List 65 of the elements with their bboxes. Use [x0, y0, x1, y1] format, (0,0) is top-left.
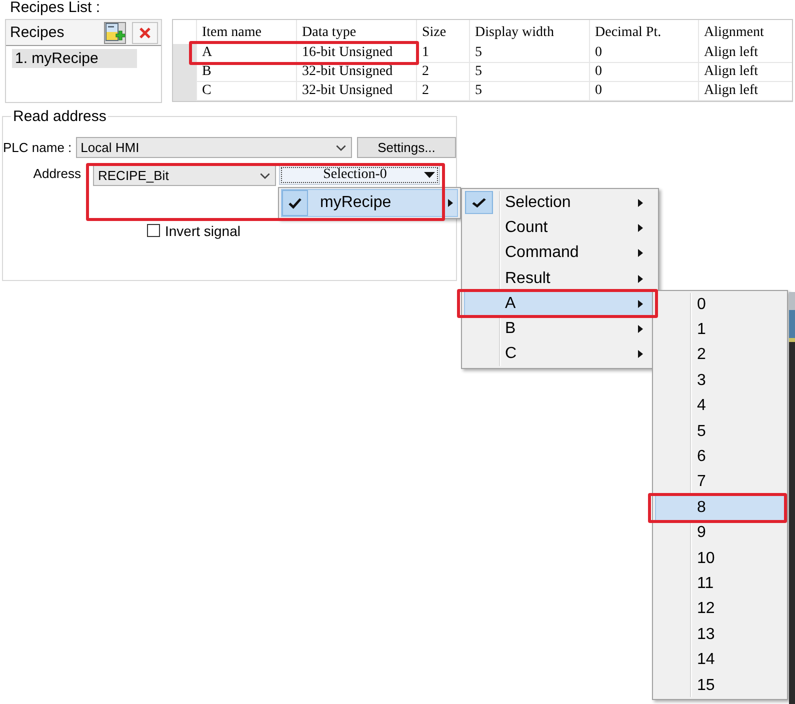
table-cell: 2 [416, 82, 469, 100]
add-button[interactable] [104, 22, 126, 44]
group-title: Read address [12, 108, 108, 125]
menu-item[interactable]: 2 [655, 342, 785, 368]
menu-item[interactable]: 5 [655, 418, 785, 444]
menu-item[interactable]: Count [464, 215, 656, 241]
menu-item[interactable]: C [464, 342, 656, 368]
menu-item[interactable]: Selection [464, 190, 656, 216]
checkbox-label: Invert signal [165, 222, 240, 238]
table-cell: B [196, 63, 296, 81]
column-header: Display width [469, 20, 589, 44]
document-plus-icon [105, 22, 125, 42]
table-cell: 5 [469, 44, 589, 62]
menu-item[interactable]: 10 [655, 546, 785, 572]
menu-item[interactable]: 12 [655, 596, 785, 622]
column-header: Data type [296, 20, 416, 44]
field-label: Address [32, 165, 81, 182]
menu-item[interactable]: 6 [655, 444, 785, 470]
column-header: Size [416, 20, 469, 44]
plc-name-dropdown[interactable]: Local HMI [76, 137, 352, 158]
table-cell: 0 [589, 44, 698, 62]
table-cell: Align left [698, 82, 792, 100]
menu-item[interactable]: 1 [655, 317, 785, 343]
delete-button[interactable] [132, 22, 158, 44]
settings-button[interactable]: Settings... [357, 137, 456, 158]
menu-item[interactable]: 0 [655, 292, 785, 318]
menu-item[interactable]: Result [464, 266, 656, 292]
menu-item[interactable]: 7 [655, 470, 785, 496]
menu-item[interactable]: 11 [655, 571, 785, 597]
table-cell: C [196, 82, 296, 100]
address-selector-dropdown[interactable]: Selection-0 [279, 165, 440, 185]
menu-item[interactable]: 4 [655, 394, 785, 419]
menu-item[interactable]: 13 [655, 622, 785, 648]
menu-item[interactable]: 3 [655, 368, 785, 394]
column-header: Item name [196, 20, 296, 44]
table-cell: 16-bit Unsigned [296, 44, 416, 62]
column-header: Alignment [698, 20, 792, 44]
table-cell: 1 [416, 44, 469, 62]
table-cell: 5 [469, 82, 589, 100]
table-cell: A [196, 44, 296, 62]
triangle-down-icon [424, 172, 435, 178]
menu-item[interactable]: Command [464, 240, 656, 266]
field-label: PLC name : [3, 140, 72, 155]
menu-item[interactable]: 15 [655, 672, 785, 698]
panel-header: Recipes [10, 24, 64, 41]
table-cell: 32-bit Unsigned [296, 82, 416, 100]
chevron-down-icon [260, 172, 270, 178]
column-header: Decimal Pt. [589, 20, 698, 44]
table-cell: Align left [698, 44, 792, 62]
list-item[interactable]: 1. myRecipe [12, 49, 137, 68]
chevron-down-icon [336, 144, 346, 150]
section-title: Recipes List : [9, 0, 100, 18]
table-cell: 5 [469, 63, 589, 81]
table-cell: 0 [589, 63, 698, 81]
menu-item[interactable]: 14 [655, 647, 785, 673]
table-cell: 2 [416, 63, 469, 81]
device-dropdown[interactable]: RECIPE_Bit [93, 165, 276, 186]
menu-item[interactable]: 9 [655, 520, 785, 546]
menu-item[interactable]: B [464, 316, 656, 342]
x-mark-icon [139, 26, 151, 38]
table-cell: Align left [698, 63, 792, 81]
table-cell: 0 [589, 82, 698, 100]
table-cell: 32-bit Unsigned [296, 63, 416, 81]
checkbox[interactable] [147, 224, 160, 237]
menu-item[interactable]: myRecipe [281, 189, 458, 217]
